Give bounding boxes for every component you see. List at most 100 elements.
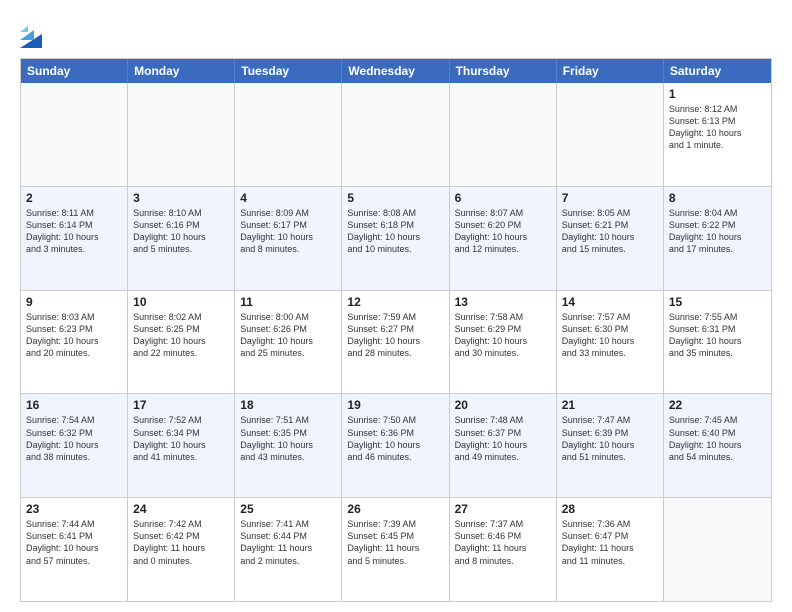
calendar-header-cell: Sunday (21, 59, 128, 83)
calendar-body: 1 Sunrise: 8:12 AM Sunset: 6:13 PM Daylig… (21, 83, 771, 601)
calendar-cell: 16Sunrise: 7:54 AM Sunset: 6:32 PM Dayli… (21, 394, 128, 497)
calendar-cell: 26 Sunrise: 7:39 AM Sunset: 6:45 PM Dayli… (342, 498, 449, 601)
calendar-header-cell: Thursday (450, 59, 557, 83)
cell-info: Sunrise: 7:57 AM Sunset: 6:30 PM Dayligh… (562, 311, 658, 360)
calendar-cell: 27 Sunrise: 7:37 AM Sunset: 6:46 PM Dayli… (450, 498, 557, 601)
cell-info: Sunrise: 8:03 AM Sunset: 6:23 PM Dayligh… (26, 311, 122, 360)
day-number: 3 (133, 191, 229, 205)
calendar-cell: 7 Sunrise: 8:05 AM Sunset: 6:21 PM Daylig… (557, 187, 664, 290)
calendar-cell: 11 Sunrise: 8:00 AM Sunset: 6:26 PM Dayli… (235, 291, 342, 394)
day-number: 9 (26, 295, 122, 309)
cell-info: Sunrise: 8:05 AM Sunset: 6:21 PM Dayligh… (562, 207, 658, 256)
day-number: 23 (26, 502, 122, 516)
calendar-cell: 12 Sunrise: 7:59 AM Sunset: 6:27 PM Dayli… (342, 291, 449, 394)
calendar-row: 23 Sunrise: 7:44 AM Sunset: 6:41 PM Dayli… (21, 497, 771, 601)
calendar-header-cell: Wednesday (342, 59, 449, 83)
cell-info: Sunrise: 7:45 AM Sunset: 6:40 PM Dayligh… (669, 414, 766, 463)
calendar-header-cell: Monday (128, 59, 235, 83)
calendar-cell: 25 Sunrise: 7:41 AM Sunset: 6:44 PM Dayli… (235, 498, 342, 601)
day-number: 20 (455, 398, 551, 412)
cell-info: Sunrise: 7:47 AM Sunset: 6:39 PM Dayligh… (562, 414, 658, 463)
cell-info: Sunrise: 7:50 AM Sunset: 6:36 PM Dayligh… (347, 414, 443, 463)
calendar-header-cell: Saturday (664, 59, 771, 83)
calendar-cell: 24 Sunrise: 7:42 AM Sunset: 6:42 PM Dayli… (128, 498, 235, 601)
calendar-row: 1 Sunrise: 8:12 AM Sunset: 6:13 PM Daylig… (21, 83, 771, 186)
day-number: 15 (669, 295, 766, 309)
calendar-cell (557, 83, 664, 186)
day-number: 19 (347, 398, 443, 412)
calendar-row: 16Sunrise: 7:54 AM Sunset: 6:32 PM Dayli… (21, 393, 771, 497)
calendar-cell: 23 Sunrise: 7:44 AM Sunset: 6:41 PM Dayli… (21, 498, 128, 601)
day-number: 25 (240, 502, 336, 516)
calendar-cell: 20Sunrise: 7:48 AM Sunset: 6:37 PM Dayli… (450, 394, 557, 497)
day-number: 4 (240, 191, 336, 205)
day-number: 21 (562, 398, 658, 412)
day-number: 17 (133, 398, 229, 412)
day-number: 13 (455, 295, 551, 309)
day-number: 28 (562, 502, 658, 516)
cell-info: Sunrise: 7:42 AM Sunset: 6:42 PM Dayligh… (133, 518, 229, 567)
cell-info: Sunrise: 7:37 AM Sunset: 6:46 PM Dayligh… (455, 518, 551, 567)
day-number: 26 (347, 502, 443, 516)
cell-info: Sunrise: 7:41 AM Sunset: 6:44 PM Dayligh… (240, 518, 336, 567)
day-number: 14 (562, 295, 658, 309)
calendar-cell: 10 Sunrise: 8:02 AM Sunset: 6:25 PM Dayli… (128, 291, 235, 394)
day-number: 7 (562, 191, 658, 205)
cell-info: Sunrise: 7:36 AM Sunset: 6:47 PM Dayligh… (562, 518, 658, 567)
cell-info: Sunrise: 8:00 AM Sunset: 6:26 PM Dayligh… (240, 311, 336, 360)
cell-info: Sunrise: 8:02 AM Sunset: 6:25 PM Dayligh… (133, 311, 229, 360)
calendar-header: SundayMondayTuesdayWednesdayThursdayFrid… (21, 59, 771, 83)
cell-info: Sunrise: 8:04 AM Sunset: 6:22 PM Dayligh… (669, 207, 766, 256)
cell-info: Sunrise: 8:10 AM Sunset: 6:16 PM Dayligh… (133, 207, 229, 256)
calendar-row: 2 Sunrise: 8:11 AM Sunset: 6:14 PM Daylig… (21, 186, 771, 290)
day-number: 12 (347, 295, 443, 309)
calendar-cell: 8 Sunrise: 8:04 AM Sunset: 6:22 PM Daylig… (664, 187, 771, 290)
cell-info: Sunrise: 7:59 AM Sunset: 6:27 PM Dayligh… (347, 311, 443, 360)
day-number: 11 (240, 295, 336, 309)
calendar-cell: 19 Sunrise: 7:50 AM Sunset: 6:36 PM Dayli… (342, 394, 449, 497)
day-number: 24 (133, 502, 229, 516)
calendar-cell: 13 Sunrise: 7:58 AM Sunset: 6:29 PM Dayli… (450, 291, 557, 394)
logo (20, 20, 44, 48)
calendar-cell: 9 Sunrise: 8:03 AM Sunset: 6:23 PM Daylig… (21, 291, 128, 394)
day-number: 1 (669, 87, 766, 101)
cell-info: Sunrise: 7:39 AM Sunset: 6:45 PM Dayligh… (347, 518, 443, 567)
calendar-header-cell: Tuesday (235, 59, 342, 83)
cell-info: Sunrise: 8:11 AM Sunset: 6:14 PM Dayligh… (26, 207, 122, 256)
logo-icon (20, 20, 42, 48)
day-number: 18 (240, 398, 336, 412)
cell-info: Sunrise: 8:09 AM Sunset: 6:17 PM Dayligh… (240, 207, 336, 256)
page: SundayMondayTuesdayWednesdayThursdayFrid… (0, 0, 792, 612)
calendar-cell: 18Sunrise: 7:51 AM Sunset: 6:35 PM Dayli… (235, 394, 342, 497)
day-number: 8 (669, 191, 766, 205)
day-number: 6 (455, 191, 551, 205)
calendar-cell: 14 Sunrise: 7:57 AM Sunset: 6:30 PM Dayli… (557, 291, 664, 394)
day-number: 27 (455, 502, 551, 516)
calendar-cell: 21 Sunrise: 7:47 AM Sunset: 6:39 PM Dayli… (557, 394, 664, 497)
cell-info: Sunrise: 7:52 AM Sunset: 6:34 PM Dayligh… (133, 414, 229, 463)
day-number: 22 (669, 398, 766, 412)
calendar-cell: 4 Sunrise: 8:09 AM Sunset: 6:17 PM Daylig… (235, 187, 342, 290)
day-number: 5 (347, 191, 443, 205)
cell-info: Sunrise: 8:12 AM Sunset: 6:13 PM Dayligh… (669, 103, 766, 152)
calendar-cell: 3 Sunrise: 8:10 AM Sunset: 6:16 PM Daylig… (128, 187, 235, 290)
calendar-cell: 6Sunrise: 8:07 AM Sunset: 6:20 PM Daylig… (450, 187, 557, 290)
calendar-cell: 5 Sunrise: 8:08 AM Sunset: 6:18 PM Daylig… (342, 187, 449, 290)
cell-info: Sunrise: 7:58 AM Sunset: 6:29 PM Dayligh… (455, 311, 551, 360)
calendar-cell: 15 Sunrise: 7:55 AM Sunset: 6:31 PM Dayli… (664, 291, 771, 394)
header (20, 16, 772, 48)
calendar-header-cell: Friday (557, 59, 664, 83)
calendar: SundayMondayTuesdayWednesdayThursdayFrid… (20, 58, 772, 602)
calendar-cell: 1 Sunrise: 8:12 AM Sunset: 6:13 PM Daylig… (664, 83, 771, 186)
day-number: 2 (26, 191, 122, 205)
cell-info: Sunrise: 7:55 AM Sunset: 6:31 PM Dayligh… (669, 311, 766, 360)
calendar-cell (450, 83, 557, 186)
day-number: 16 (26, 398, 122, 412)
cell-info: Sunrise: 7:44 AM Sunset: 6:41 PM Dayligh… (26, 518, 122, 567)
calendar-cell (664, 498, 771, 601)
day-number: 10 (133, 295, 229, 309)
calendar-cell (21, 83, 128, 186)
calendar-cell: 2 Sunrise: 8:11 AM Sunset: 6:14 PM Daylig… (21, 187, 128, 290)
cell-info: Sunrise: 8:08 AM Sunset: 6:18 PM Dayligh… (347, 207, 443, 256)
calendar-cell: 22 Sunrise: 7:45 AM Sunset: 6:40 PM Dayli… (664, 394, 771, 497)
